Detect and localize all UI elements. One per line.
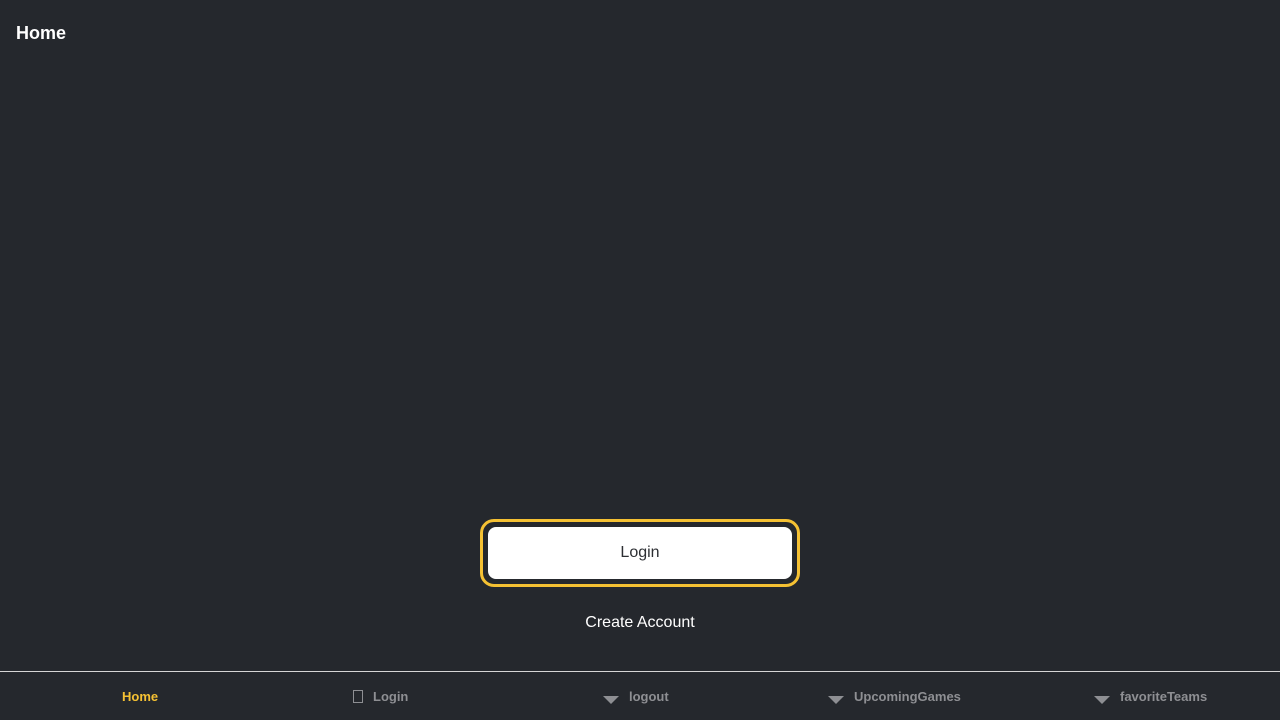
tab-home-label: Home bbox=[122, 688, 159, 704]
square-icon bbox=[353, 689, 363, 703]
caret-down-icon bbox=[603, 696, 619, 704]
create-account-link[interactable]: Create Account bbox=[0, 613, 1280, 633]
login-button-label: Login bbox=[486, 525, 794, 581]
tab-logout[interactable]: logout bbox=[603, 672, 669, 720]
page-title: Home bbox=[16, 23, 67, 43]
caret-down-icon bbox=[1094, 696, 1110, 704]
tab-login[interactable]: Login bbox=[353, 672, 408, 720]
tab-upcoming-games[interactable]: UpcomingGames bbox=[828, 672, 961, 720]
tab-favorite-teams-label: favoriteTeams bbox=[1120, 688, 1208, 704]
tab-home[interactable]: Home bbox=[122, 672, 158, 720]
bottom-tab-bar: Home Login logout UpcomingGames favorite… bbox=[0, 671, 1280, 720]
tab-favorite-teams[interactable]: favoriteTeams bbox=[1094, 672, 1207, 720]
app-screen: Home Login Create Account Home Login log… bbox=[0, 0, 1280, 720]
caret-down-icon bbox=[828, 696, 844, 704]
tab-upcoming-games-label: UpcomingGames bbox=[854, 688, 961, 704]
tab-logout-label: logout bbox=[629, 688, 669, 704]
tab-login-label: Login bbox=[373, 688, 409, 704]
login-button[interactable]: Login bbox=[480, 519, 800, 587]
